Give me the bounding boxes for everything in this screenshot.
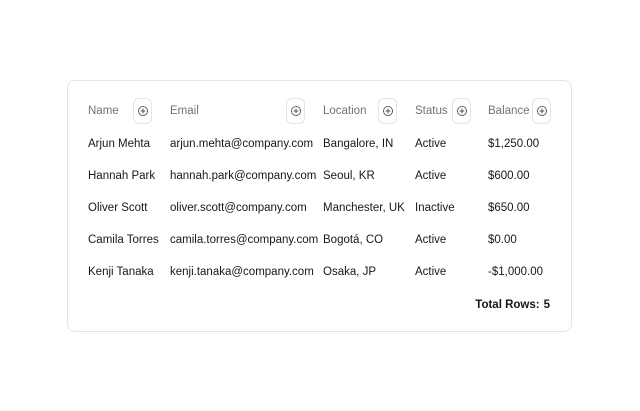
table-row[interactable]: Arjun Mehta arjun.mehta@company.com Bang…: [68, 128, 571, 160]
cell-name: Kenji Tanaka: [88, 266, 154, 278]
table-row[interactable]: Hannah Park hannah.park@company.com Seou…: [68, 160, 571, 192]
cell-name: Arjun Mehta: [88, 138, 151, 150]
total-rows-label: Total Rows:: [475, 299, 540, 311]
filter-email-button[interactable]: [286, 98, 305, 124]
data-table-card: Name Email Location Status Balance Arjun…: [67, 80, 572, 332]
cell-balance: $650.00: [488, 202, 530, 214]
table-row[interactable]: Kenji Tanaka kenji.tanaka@company.com Os…: [68, 256, 571, 288]
cell-balance: $0.00: [488, 234, 517, 246]
column-header-balance: Balance: [488, 105, 530, 117]
cell-name: Hannah Park: [88, 170, 156, 182]
table-row[interactable]: Camila Torres camila.torres@company.com …: [68, 224, 571, 256]
cell-balance: $600.00: [488, 170, 530, 182]
plus-circle-dashed-icon: [290, 106, 301, 116]
table-row[interactable]: Oliver Scott oliver.scott@company.com Ma…: [68, 192, 571, 224]
cell-status: Inactive: [415, 202, 455, 214]
plus-circle-dashed-icon: [382, 106, 393, 116]
filter-name-button[interactable]: [133, 98, 152, 124]
total-rows-footer: Total Rows: 5: [475, 295, 550, 315]
column-header-name: Name: [88, 105, 119, 117]
cell-email: hannah.park@company.com: [170, 170, 317, 182]
cell-location: Seoul, KR: [323, 170, 375, 182]
cell-email: oliver.scott@company.com: [170, 202, 307, 214]
cell-location: Bangalore, IN: [323, 138, 394, 150]
column-header-status: Status: [415, 105, 448, 117]
cell-status: Active: [415, 234, 447, 246]
cell-status: Active: [415, 266, 447, 278]
cell-name: Oliver Scott: [88, 202, 148, 214]
total-rows-count: 5: [543, 299, 550, 311]
cell-location: Manchester, UK: [323, 202, 405, 214]
column-header-email: Email: [170, 105, 199, 117]
cell-email: camila.torres@company.com: [170, 234, 319, 246]
cell-balance: $1,250.00: [488, 138, 540, 150]
plus-circle-dashed-icon: [137, 106, 148, 116]
cell-name: Camila Torres: [88, 234, 159, 246]
column-header-location: Location: [323, 105, 367, 117]
cell-email: kenji.tanaka@company.com: [170, 266, 314, 278]
cell-balance: -$1,000.00: [488, 266, 543, 278]
cell-email: arjun.mehta@company.com: [170, 138, 314, 150]
plus-circle-dashed-icon: [456, 106, 467, 116]
cell-status: Active: [415, 138, 447, 150]
plus-circle-dashed-icon: [536, 106, 547, 116]
cell-location: Osaka, JP: [323, 266, 377, 278]
filter-location-button[interactable]: [378, 98, 397, 124]
cell-status: Active: [415, 170, 447, 182]
cell-location: Bogotá, CO: [323, 234, 384, 246]
filter-status-button[interactable]: [452, 98, 471, 124]
table-header-row: Name Email Location Status Balance: [68, 95, 571, 127]
filter-balance-button[interactable]: [532, 98, 551, 124]
